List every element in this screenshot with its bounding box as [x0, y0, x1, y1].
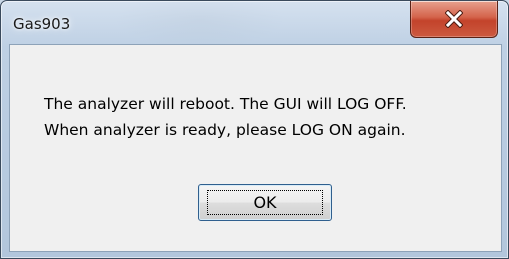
title-bar[interactable]: Gas903: [1, 1, 508, 45]
message-dialog-window: Gas903 The analyzer will reboot. The GUI…: [0, 0, 509, 259]
dialog-content: The analyzer will reboot. The GUI will L…: [9, 44, 502, 252]
ok-button[interactable]: OK: [198, 184, 332, 221]
ok-button-label: OK: [253, 193, 277, 212]
message-line-1: The analyzer will reboot. The GUI will L…: [44, 95, 407, 113]
close-icon: [445, 10, 463, 28]
message-line-2: When analyzer is ready, please LOG ON ag…: [44, 121, 406, 139]
window-title: Gas903: [13, 15, 71, 33]
dialog-message: The analyzer will reboot. The GUI will L…: [44, 91, 407, 143]
close-button[interactable]: [410, 1, 498, 38]
